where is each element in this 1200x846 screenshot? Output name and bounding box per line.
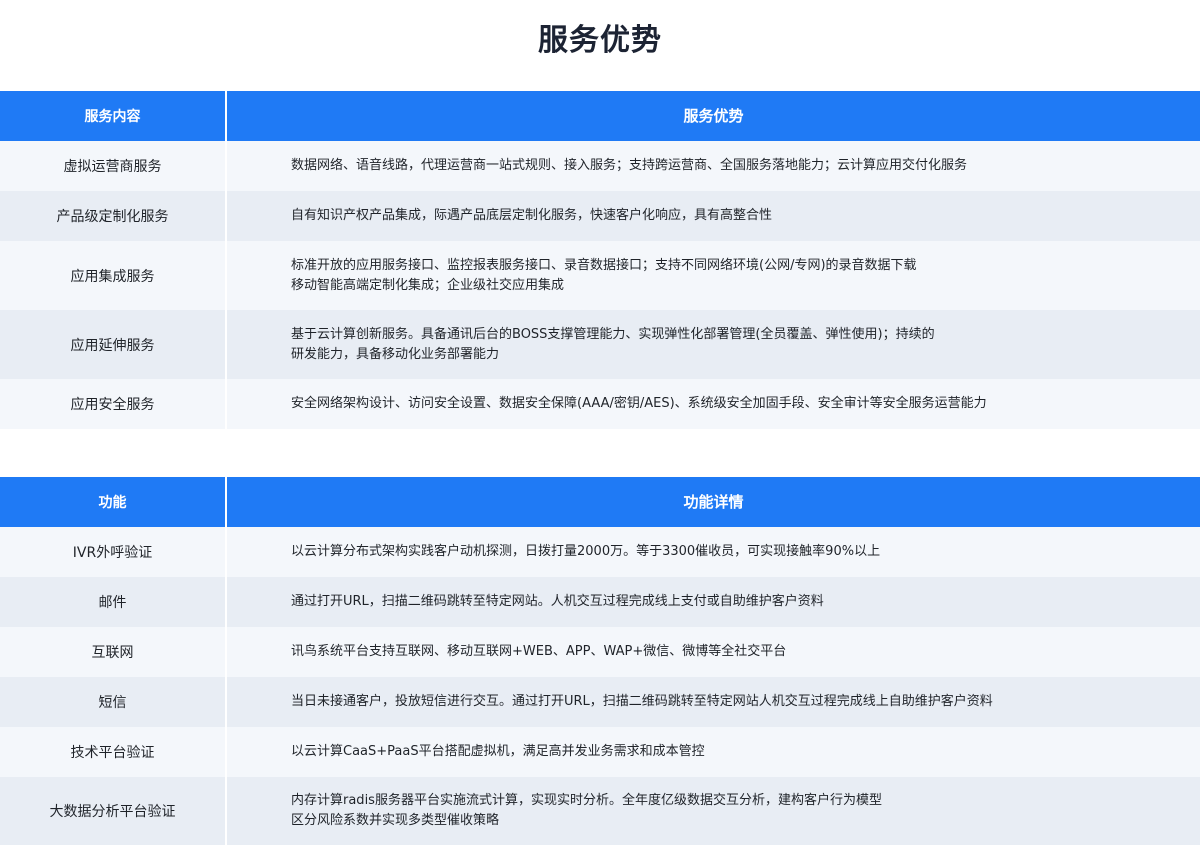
row-detail-line: 自有知识产权产品集成，际遇产品底层定制化服务，快速客户化响应，具有高整合性 (291, 208, 773, 223)
row-detail-line: 安全网络架构设计、访问安全设置、数据安全保障(AAA/密钥/AES)、系统级安全… (291, 396, 987, 411)
row-detail-line: 研发能力，具备移动化业务部署能力 (291, 346, 500, 362)
table-row: 技术平台验证 以云计算CaaS+PaaS平台搭配虚拟机，满足高并发业务需求和成本… (0, 727, 1200, 777)
table-row: 应用集成服务 标准开放的应用服务接口、监控报表服务接口、录音数据接口；支持不同网… (0, 241, 1200, 310)
row-label: 邮件 (0, 577, 227, 627)
function-detail-table: 功能 功能详情 IVR外呼验证 以云计算分布式架构实践客户动机探测，日拨打量20… (0, 477, 1200, 845)
header-function: 功能 (0, 477, 227, 527)
table-row: 虚拟运营商服务 数据网络、语音线路，代理运营商一站式规则、接入服务；支持跨运营商… (0, 141, 1200, 191)
row-detail: 当日未接通客户，投放短信进行交互。通过打开URL，扫描二维码跳转至特定网站人机交… (227, 677, 1200, 727)
row-detail: 标准开放的应用服务接口、监控报表服务接口、录音数据接口；支持不同网络环境(公网/… (227, 241, 1200, 310)
row-detail: 基于云计算创新服务。具备通讯后台的BOSS支撑管理能力、实现弹性化部署管理(全员… (227, 310, 1200, 379)
row-detail-line: 基于云计算创新服务。具备通讯后台的BOSS支撑管理能力、实现弹性化部署管理(全员… (291, 326, 935, 342)
row-detail-line: 内存计算radis服务器平台实施流式计算，实现实时分析。全年度亿级数据交互分析，… (291, 793, 882, 808)
page-title: 服务优势 (538, 23, 662, 58)
row-label: 应用集成服务 (0, 241, 227, 310)
header-service-advantage: 服务优势 (683, 107, 744, 125)
row-label: 产品级定制化服务 (0, 191, 227, 241)
row-detail: 以云计算分布式架构实践客户动机探测，日拨打量2000万。等于3300催收员，可实… (227, 527, 1200, 577)
row-detail-line: 区分风险系数并实现多类型催收策略 (291, 813, 500, 828)
row-detail-line: 标准开放的应用服务接口、监控报表服务接口、录音数据接口；支持不同网络环境(公网/… (291, 257, 917, 273)
row-detail: 通过打开URL，扫描二维码跳转至特定网站。人机交互过程完成线上支付或自助维护客户… (227, 577, 1200, 627)
table-row: 短信 当日未接通客户，投放短信进行交互。通过打开URL，扫描二维码跳转至特定网站… (0, 677, 1200, 727)
table-header-row: 服务内容 服务优势 (0, 91, 1200, 141)
row-detail: 自有知识产权产品集成，际遇产品底层定制化服务，快速客户化响应，具有高整合性 (227, 191, 1200, 241)
table-row: 应用安全服务 安全网络架构设计、访问安全设置、数据安全保障(AAA/密钥/AES… (0, 379, 1200, 429)
table-row: IVR外呼验证 以云计算分布式架构实践客户动机探测，日拨打量2000万。等于33… (0, 527, 1200, 577)
header-function-detail: 功能详情 (683, 493, 744, 511)
row-detail: 内存计算radis服务器平台实施流式计算，实现实时分析。全年度亿级数据交互分析，… (227, 777, 1200, 845)
row-detail: 安全网络架构设计、访问安全设置、数据安全保障(AAA/密钥/AES)、系统级安全… (227, 379, 1200, 429)
row-label: IVR外呼验证 (0, 527, 227, 577)
service-advantage-table: 服务内容 服务优势 虚拟运营商服务 数据网络、语音线路，代理运营商一站式规则、接… (0, 91, 1200, 429)
row-label: 虚拟运营商服务 (0, 141, 227, 191)
table-row: 邮件 通过打开URL，扫描二维码跳转至特定网站。人机交互过程完成线上支付或自助维… (0, 577, 1200, 627)
row-label: 短信 (0, 677, 227, 727)
table-row: 应用延伸服务 基于云计算创新服务。具备通讯后台的BOSS支撑管理能力、实现弹性化… (0, 310, 1200, 379)
row-label: 技术平台验证 (0, 727, 227, 777)
row-detail: 数据网络、语音线路，代理运营商一站式规则、接入服务；支持跨运营商、全国服务落地能… (227, 141, 1200, 191)
row-detail-line: 当日未接通客户，投放短信进行交互。通过打开URL，扫描二维码跳转至特定网站人机交… (291, 694, 993, 709)
table-row: 互联网 讯鸟系统平台支持互联网、移动互联网+WEB、APP、WAP+微信、微博等… (0, 627, 1200, 677)
row-label: 应用延伸服务 (0, 310, 227, 379)
row-detail: 以云计算CaaS+PaaS平台搭配虚拟机，满足高并发业务需求和成本管控 (227, 727, 1200, 777)
row-detail: 讯鸟系统平台支持互联网、移动互联网+WEB、APP、WAP+微信、微博等全社交平… (227, 627, 1200, 677)
row-detail-line: 讯鸟系统平台支持互联网、移动互联网+WEB、APP、WAP+微信、微博等全社交平… (291, 644, 787, 659)
row-detail-line: 通过打开URL，扫描二维码跳转至特定网站。人机交互过程完成线上支付或自助维护客户… (291, 594, 824, 609)
row-detail-line: 移动智能高端定制化集成；企业级社交应用集成 (291, 277, 565, 293)
row-label: 互联网 (0, 627, 227, 677)
table-row: 产品级定制化服务 自有知识产权产品集成，际遇产品底层定制化服务，快速客户化响应，… (0, 191, 1200, 241)
row-detail-line: 以云计算CaaS+PaaS平台搭配虚拟机，满足高并发业务需求和成本管控 (291, 744, 705, 759)
row-label: 大数据分析平台验证 (0, 777, 227, 845)
row-label: 应用安全服务 (0, 379, 227, 429)
row-detail-line: 数据网络、语音线路，代理运营商一站式规则、接入服务；支持跨运营商、全国服务落地能… (291, 158, 968, 173)
row-detail-line: 以云计算分布式架构实践客户动机探测，日拨打量2000万。等于3300催收员，可实… (291, 544, 881, 559)
table-row: 大数据分析平台验证 内存计算radis服务器平台实施流式计算，实现实时分析。全年… (0, 777, 1200, 845)
header-service-content: 服务内容 (0, 91, 227, 141)
table-header-row: 功能 功能详情 (0, 477, 1200, 527)
